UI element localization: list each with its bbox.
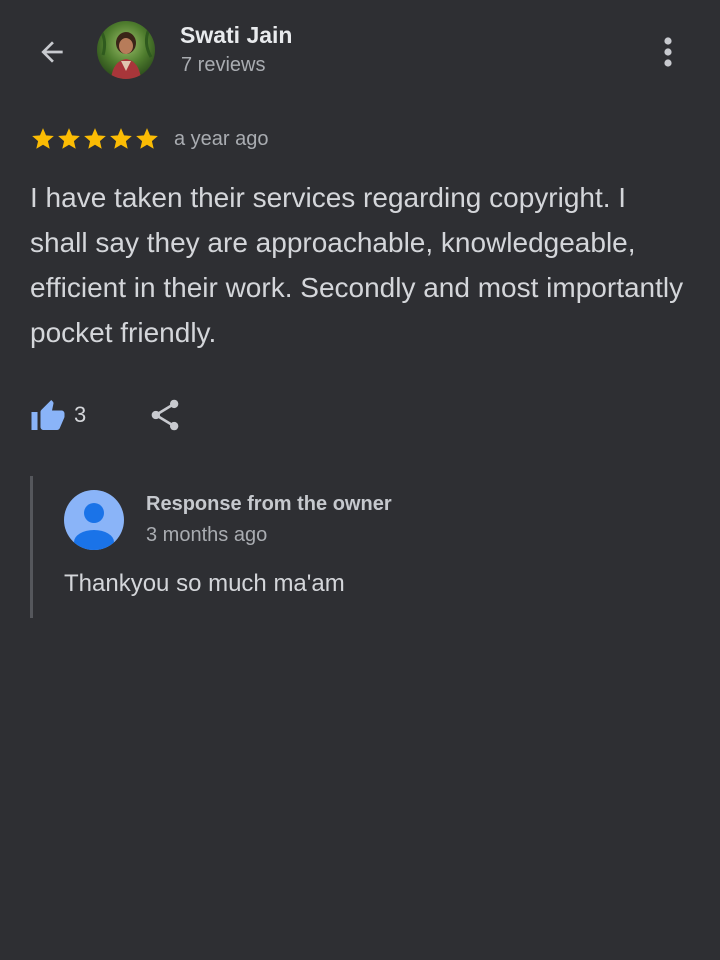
star-icon: [32, 128, 54, 149]
reviewer-name[interactable]: Swati Jain: [180, 22, 292, 49]
person-icon: [64, 490, 124, 550]
review-header: Swati Jain 7 reviews: [0, 0, 720, 100]
star-icon: [110, 128, 132, 149]
arrow-back-icon: [41, 41, 63, 63]
star-icon: [84, 128, 106, 149]
review-actions: 3: [30, 393, 182, 437]
reviewer-avatar[interactable]: [97, 21, 155, 79]
star-icon: [136, 128, 158, 149]
review-date: a year ago: [174, 127, 269, 150]
response-text: Thankyou so much ma'am: [64, 570, 345, 597]
share-icon: [151, 399, 179, 431]
response-date: 3 months ago: [146, 524, 268, 546]
share-button[interactable]: [148, 398, 182, 432]
review-text: I have taken their services regarding co…: [30, 182, 684, 348]
reviewer-review-count: 7 reviews: [181, 54, 266, 76]
like-button[interactable]: 3: [30, 398, 86, 432]
rating-row: a year ago: [30, 124, 269, 154]
more-vert-icon: [664, 37, 672, 67]
thumb-up-icon: [31, 400, 65, 430]
back-button[interactable]: [30, 30, 74, 74]
more-options-button[interactable]: [650, 30, 686, 74]
reviewer-photo: [97, 21, 155, 79]
response-label: Response from the owner: [146, 493, 392, 515]
star-rating: [30, 126, 160, 152]
owner-avatar: [64, 490, 124, 550]
star-icon: [58, 128, 80, 149]
response-divider: [30, 476, 33, 618]
owner-response: Response from the owner 3 months ago Tha…: [30, 476, 690, 618]
like-count: 3: [74, 402, 87, 427]
